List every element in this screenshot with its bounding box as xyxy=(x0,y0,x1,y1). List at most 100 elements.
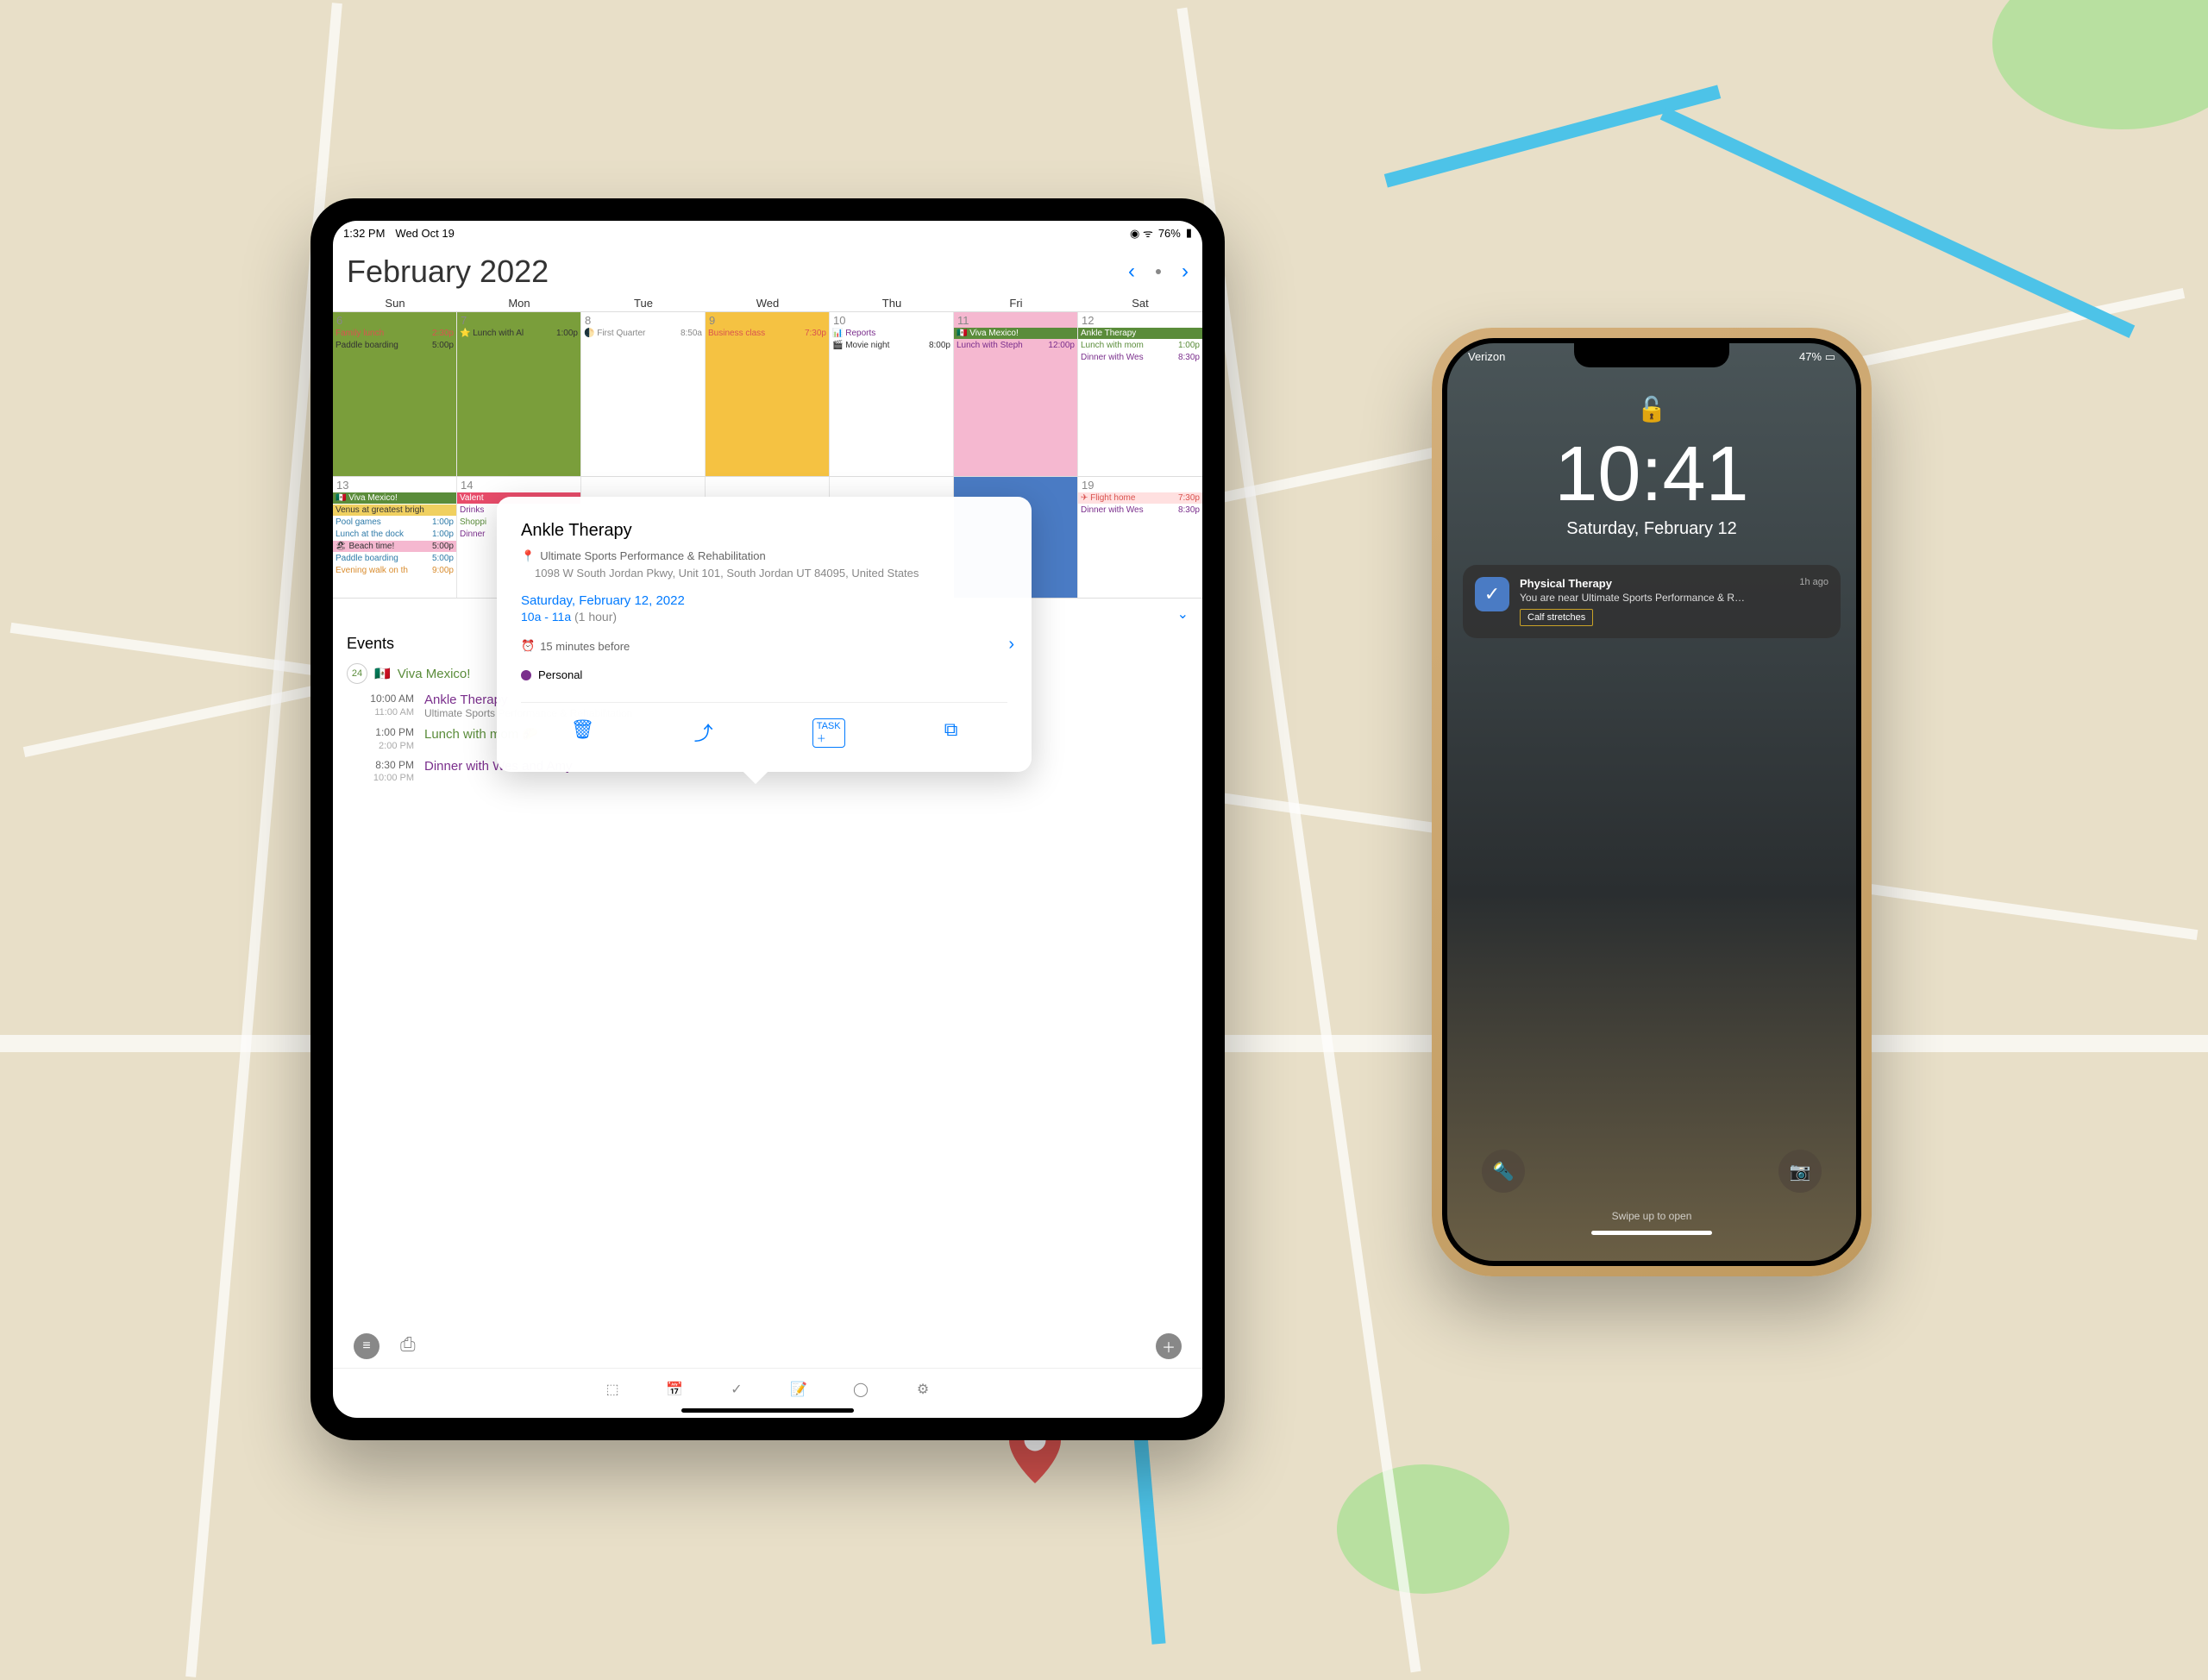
day-number: 11 xyxy=(957,314,969,327)
tasks-tab[interactable]: ✓ xyxy=(724,1377,749,1401)
battery-percent: 47% xyxy=(1799,350,1822,363)
carrier-label: Verizon xyxy=(1468,350,1505,364)
popup-address: 1098 W South Jordan Pkwy, Unit 101, Sout… xyxy=(521,567,1007,580)
scan-tab[interactable]: ⬚ xyxy=(600,1377,624,1401)
flag-icon: 🇲🇽 xyxy=(374,666,391,681)
day-number: 19 xyxy=(1082,479,1094,492)
notification[interactable]: ✓ Physical Therapy 1h ago You are near U… xyxy=(1463,565,1841,638)
chevron-right-icon[interactable]: › xyxy=(1008,635,1014,655)
utility-bar: ≡ ⎙ ＋ xyxy=(333,1325,1202,1368)
lock-date: Saturday, February 12 xyxy=(1447,519,1856,539)
weekday-label: Sun xyxy=(333,297,457,310)
calendar-event[interactable]: 🇲🇽 Viva Mexico! xyxy=(333,492,456,504)
iphone-lock-screen: Verizon 47% ▭ 🔓 10:41 Saturday, February… xyxy=(1447,343,1856,1261)
popup-duration: (1 hour) xyxy=(574,610,617,624)
calendar-event[interactable]: ✈ Flight home7:30p xyxy=(1078,492,1202,504)
calendar-event[interactable]: Pool games1:00p xyxy=(333,517,456,528)
weekday-label: Thu xyxy=(830,297,954,310)
calendar-event[interactable]: Venus at greatest brigh xyxy=(333,505,456,516)
ipad-status-bar: 1:32 PM Wed Oct 19 ◉ ᯤ 76% ▮ xyxy=(333,221,1202,245)
river xyxy=(1384,85,1722,188)
app-icon: ✓ xyxy=(1475,577,1509,611)
calendar-event[interactable]: Evening walk on th9:00p xyxy=(333,565,456,576)
flashlight-button[interactable]: 🔦 xyxy=(1482,1150,1525,1193)
calendar-event[interactable]: Lunch with Steph12:00p xyxy=(954,340,1077,351)
today-button[interactable] xyxy=(1156,269,1161,274)
notification-time: 1h ago xyxy=(1799,577,1828,590)
calendar-cell[interactable]: 13🇲🇽 Viva Mexico!Venus at greatest brigh… xyxy=(333,477,457,598)
calendar-event[interactable]: Dinner with Wes8:30p xyxy=(1078,505,1202,516)
add-button[interactable]: ＋ xyxy=(1156,1333,1182,1359)
delete-button[interactable]: 🗑 xyxy=(571,718,595,748)
day-number: 8 xyxy=(585,314,591,327)
prev-month-button[interactable]: ‹ xyxy=(1128,260,1135,284)
create-task-button[interactable]: TASK＋ xyxy=(812,718,845,748)
menu-button[interactable]: ≡ xyxy=(354,1333,380,1359)
ipad-device: 1:32 PM Wed Oct 19 ◉ ᯤ 76% ▮ February 20… xyxy=(310,198,1225,1440)
battery-icon: ▭ xyxy=(1825,350,1835,363)
share-button[interactable]: ⤴ xyxy=(694,718,713,748)
calendar-cell[interactable]: 12Ankle TherapyLunch with mom1:00pDinner… xyxy=(1078,312,1202,476)
contacts-tab[interactable]: ◯ xyxy=(849,1377,873,1401)
notification-body: You are near Ultimate Sports Performance… xyxy=(1520,592,1828,604)
day-number: 7 xyxy=(461,314,467,327)
calendar-tab[interactable]: 📅 xyxy=(662,1377,687,1401)
weekday-label: Sat xyxy=(1078,297,1202,310)
calendar-cell[interactable]: 9Business class7:30p xyxy=(706,312,830,476)
popup-title: Ankle Therapy xyxy=(521,521,1007,541)
event-popup: Ankle Therapy 📍 Ultimate Sports Performa… xyxy=(497,497,1032,772)
calendar-header: February 2022 ‹ › xyxy=(333,245,1202,295)
calendar-event[interactable]: Lunch with mom1:00p xyxy=(1078,340,1202,351)
settings-tab[interactable]: ⚙ xyxy=(911,1377,935,1401)
camera-button[interactable]: 📷 xyxy=(1778,1150,1822,1193)
calendar-event[interactable]: 🏖 Beach time!5:00p xyxy=(333,541,456,552)
home-indicator[interactable] xyxy=(681,1408,854,1413)
popup-date: Saturday, February 12, 2022 xyxy=(521,593,1007,608)
day-number: 14 xyxy=(461,479,473,492)
day-number: 9 xyxy=(709,314,715,327)
calendar-cell[interactable]: 19✈ Flight home7:30pDinner with Wes8:30p xyxy=(1078,477,1202,598)
calendar-event[interactable]: Family lunch2:30p xyxy=(333,328,456,339)
badge-icon: 24 xyxy=(347,663,367,684)
calendar-event[interactable]: Paddle boarding5:00p xyxy=(333,553,456,564)
park-shape xyxy=(1337,1464,1509,1594)
park-shape xyxy=(1992,0,2208,129)
weekday-label: Mon xyxy=(457,297,581,310)
ipad-screen: 1:32 PM Wed Oct 19 ◉ ᯤ 76% ▮ February 20… xyxy=(333,221,1202,1418)
tab-bar: ⬚ 📅 ✓ 📝 ◯ ⚙ xyxy=(333,1368,1202,1408)
calendar-event[interactable]: Lunch at the dock1:00p xyxy=(333,529,456,540)
day-number: 6 xyxy=(336,314,342,327)
calendar-cell[interactable]: 7⭐ Lunch with Al1:00p xyxy=(457,312,581,476)
weekday-label: Fri xyxy=(954,297,1078,310)
banner-title: Viva Mexico! xyxy=(398,667,471,681)
iphone-device: Verizon 47% ▭ 🔓 10:41 Saturday, February… xyxy=(1432,328,1872,1276)
copy-button[interactable]: ⧉ xyxy=(944,718,958,748)
status-date: Wed Oct 19 xyxy=(395,227,454,240)
calendar-event[interactable]: 🎬 Movie night8:00p xyxy=(830,340,953,351)
notes-tab[interactable]: 📝 xyxy=(787,1377,811,1401)
calendar-event[interactable]: 📊 Reports xyxy=(830,328,953,339)
popup-time: 10a - 11a xyxy=(521,610,571,624)
calendar-event[interactable]: Business class7:30p xyxy=(706,328,829,339)
calendar-cell[interactable]: 10📊 Reports🎬 Movie night8:00p xyxy=(830,312,954,476)
river xyxy=(1660,107,2136,338)
calendar-event[interactable]: Dinner with Wes8:30p xyxy=(1078,352,1202,363)
calendar-event[interactable]: ⭐ Lunch with Al1:00p xyxy=(457,328,580,339)
calendar-event[interactable]: Paddle boarding5:00p xyxy=(333,340,456,351)
next-month-button[interactable]: › xyxy=(1182,260,1189,284)
notch xyxy=(1574,343,1729,367)
lock-time: 10:41 xyxy=(1447,430,1856,519)
calendar-event[interactable]: Ankle Therapy xyxy=(1078,328,1202,339)
battery-icon: ▮ xyxy=(1186,226,1192,240)
day-number: 10 xyxy=(833,314,845,327)
home-indicator[interactable] xyxy=(1591,1231,1712,1235)
calendar-cell[interactable]: 11🇲🇽 Viva Mexico!Lunch with Steph12:00p xyxy=(954,312,1078,476)
calendar-event[interactable]: 🌓 First Quarter8:50a xyxy=(581,328,705,339)
alarm-icon: ⏰ xyxy=(521,639,535,653)
status-time: 1:32 PM xyxy=(343,227,385,240)
calendar-cell[interactable]: 8🌓 First Quarter8:50a xyxy=(581,312,706,476)
calendar-event[interactable]: 🇲🇽 Viva Mexico! xyxy=(954,328,1077,339)
print-button[interactable]: ⎙ xyxy=(400,1333,416,1359)
category-dot xyxy=(521,670,531,680)
calendar-cell[interactable]: 6Family lunch2:30pPaddle boarding5:00p xyxy=(333,312,457,476)
